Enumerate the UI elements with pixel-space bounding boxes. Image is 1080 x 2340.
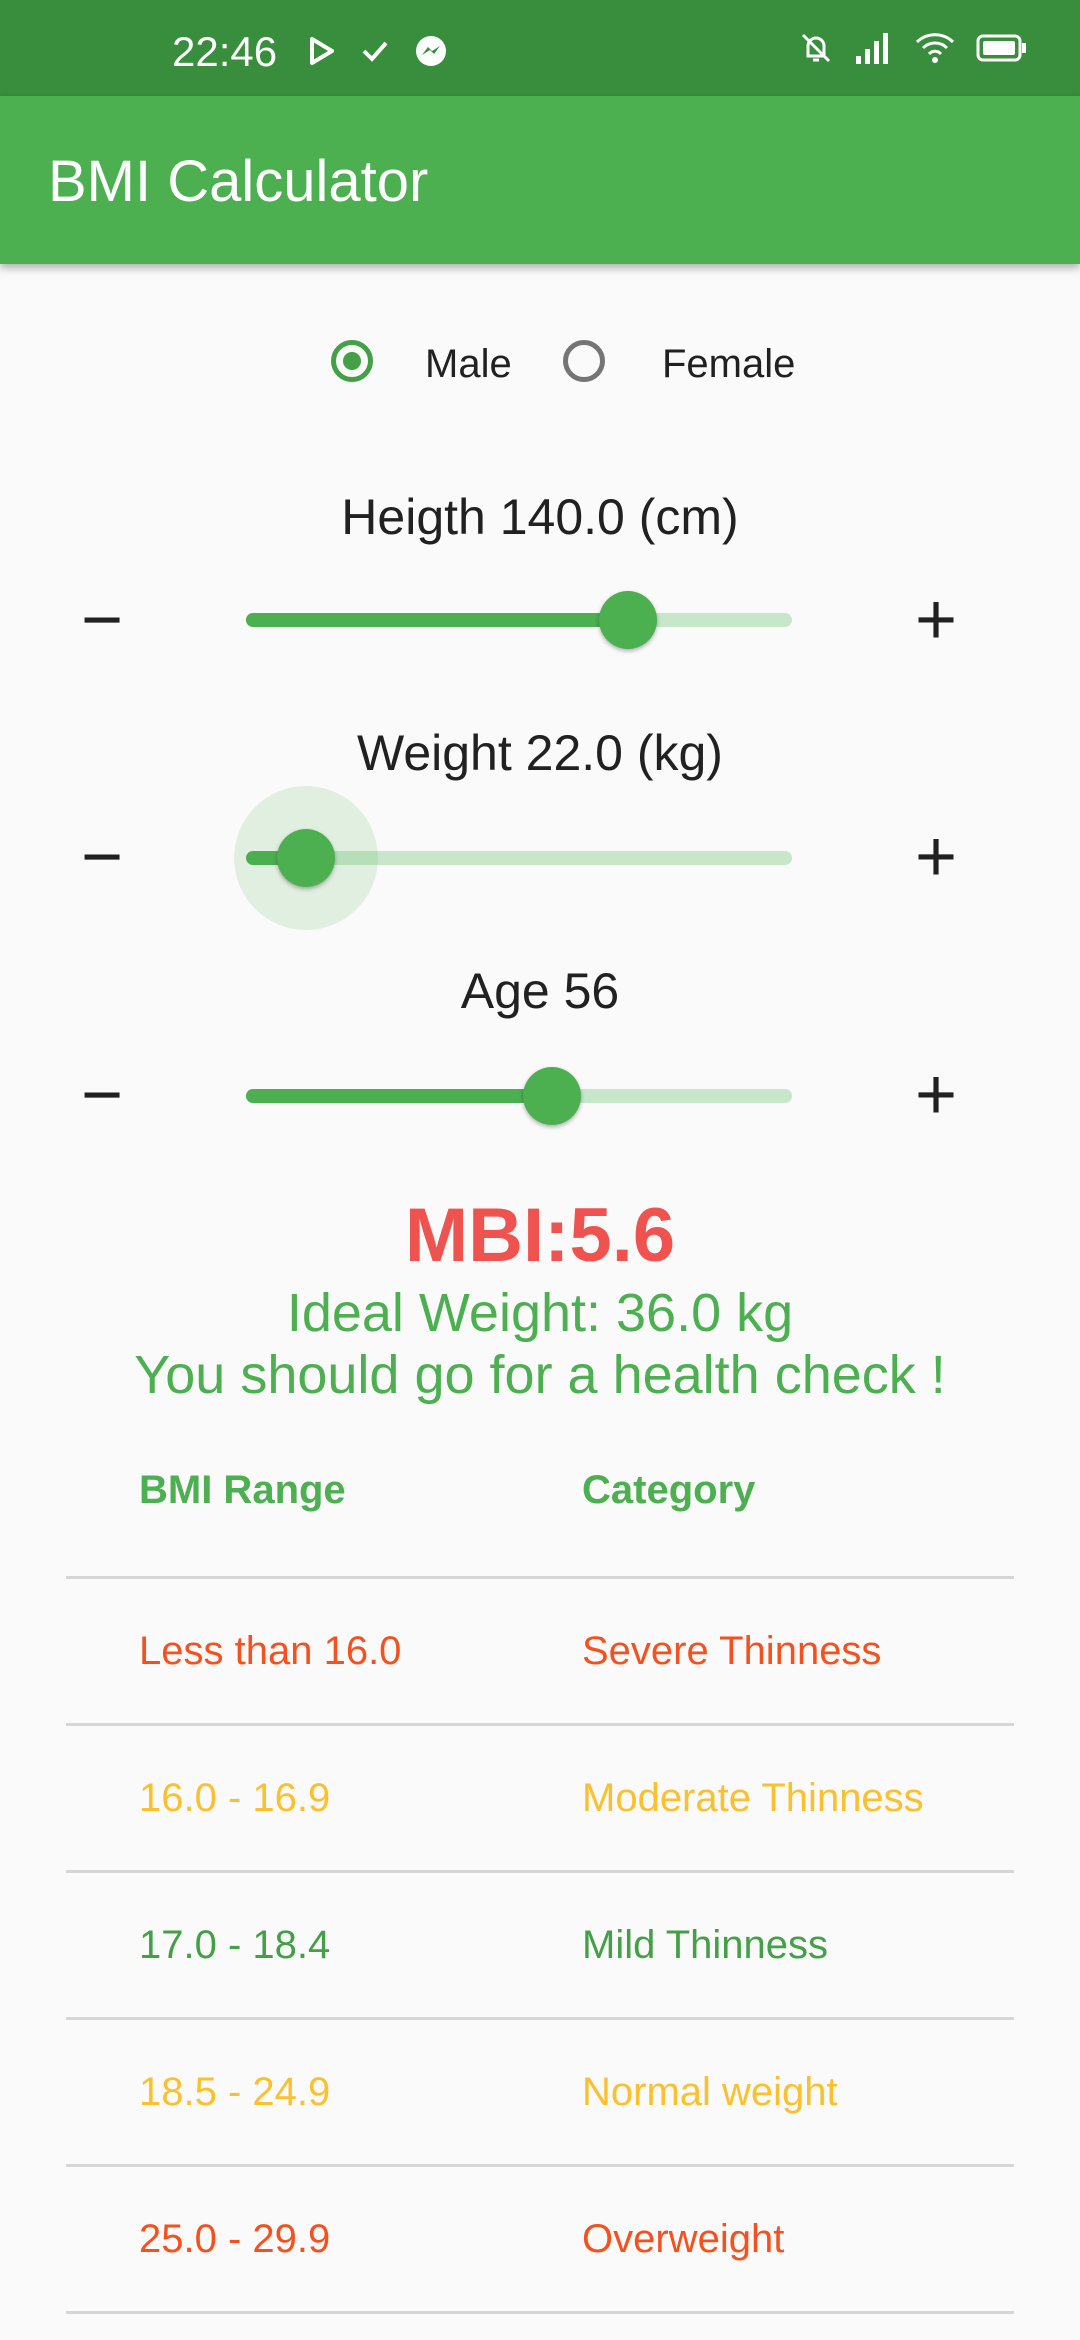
row-category: Overweight xyxy=(582,2217,785,2261)
ideal-weight: Ideal Weight: 36.0 kg xyxy=(286,1283,794,1343)
female-label[interactable]: Female xyxy=(662,342,795,387)
row-range: 17.0 - 18.4 xyxy=(139,1923,331,1967)
male-label[interactable]: Male xyxy=(425,342,512,387)
row-category: Normal weight xyxy=(582,2070,838,2114)
table-header: BMI Range Category xyxy=(66,1420,1014,1579)
female-radio[interactable] xyxy=(563,340,605,382)
app-bar: BMI Calculator xyxy=(0,96,1080,264)
row-range: Less than 16.0 xyxy=(139,1629,402,1673)
row-range: 16.0 - 16.9 xyxy=(139,1776,331,1820)
row-range: 18.5 - 24.9 xyxy=(139,2070,331,2114)
age-slider-fill xyxy=(246,1089,552,1103)
row-category: Moderate Thinness xyxy=(582,1776,924,1820)
row-category: Severe Thinness xyxy=(582,1629,882,1673)
height-label: Heigth 140.0 (cm) xyxy=(341,489,739,545)
status-bar: 22:46 xyxy=(0,0,1080,96)
height-increase-button[interactable]: + xyxy=(896,580,976,660)
table-row: 17.0 - 18.4 Mild Thinness xyxy=(66,1873,1014,2020)
height-slider[interactable] xyxy=(246,613,792,627)
messenger-icon xyxy=(414,34,448,73)
bmi-result: MBI:5.6 xyxy=(404,1193,676,1278)
header-bmi-range: BMI Range xyxy=(139,1468,346,1512)
height-decrease-button[interactable]: − xyxy=(62,580,142,660)
play-icon xyxy=(306,36,336,71)
health-advice: You should go for a health check ! xyxy=(134,1345,946,1405)
header-category: Category xyxy=(582,1468,756,1512)
bell-off-icon xyxy=(798,30,834,71)
battery-icon xyxy=(976,30,1028,71)
height-slider-thumb[interactable] xyxy=(599,591,658,649)
row-range: 25.0 - 29.9 xyxy=(139,2217,331,2261)
age-slider-thumb[interactable] xyxy=(522,1067,581,1125)
table-row: 25.0 - 29.9 Overweight xyxy=(66,2167,1014,2314)
male-radio[interactable] xyxy=(331,340,373,382)
gender-selector: Male Female xyxy=(0,336,1080,396)
weight-decrease-button[interactable]: − xyxy=(62,817,142,897)
check-icon xyxy=(360,36,390,71)
age-decrease-button[interactable]: − xyxy=(62,1055,142,1135)
weight-label: Weight 22.0 (kg) xyxy=(357,725,723,781)
app-title: BMI Calculator xyxy=(48,149,429,214)
table-row: 16.0 - 16.9 Moderate Thinness xyxy=(66,1726,1014,1873)
age-slider[interactable] xyxy=(246,1089,792,1103)
age-label: Age 56 xyxy=(460,963,620,1019)
signal-icon xyxy=(854,30,894,71)
weight-slider-thumb[interactable] xyxy=(277,829,336,887)
table-row: Less than 16.0 Severe Thinness xyxy=(66,1579,1014,1726)
bmi-table: BMI Range Category Less than 16.0 Severe… xyxy=(66,1420,1014,2314)
wifi-icon xyxy=(914,30,956,71)
row-category: Mild Thinness xyxy=(582,1923,829,1967)
status-time: 22:46 xyxy=(172,28,278,75)
height-slider-fill xyxy=(246,613,629,627)
table-row: 18.5 - 24.9 Normal weight xyxy=(66,2020,1014,2167)
age-increase-button[interactable]: + xyxy=(896,1055,976,1135)
weight-increase-button[interactable]: + xyxy=(896,817,976,897)
